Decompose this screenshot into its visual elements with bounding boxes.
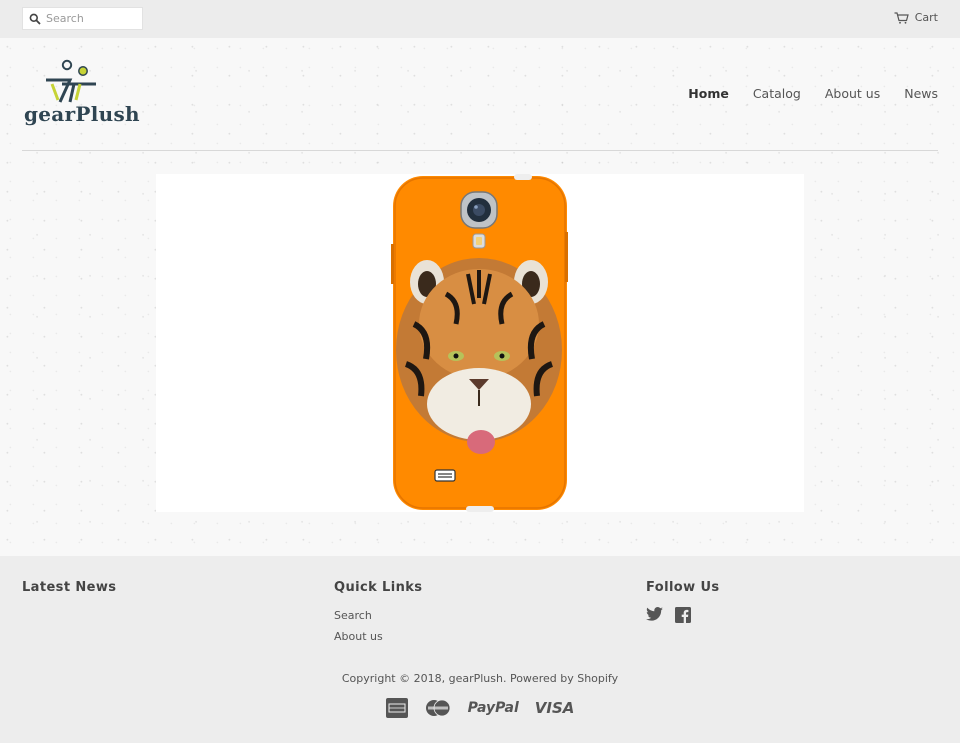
copyright-text: Copyright © 2018, gearPlush. Powered by … bbox=[341, 672, 619, 685]
amex-icon bbox=[385, 698, 408, 718]
quick-links-heading: Quick Links bbox=[334, 580, 423, 595]
logo-text: gearPlush bbox=[24, 102, 140, 126]
hero-banner[interactable] bbox=[156, 174, 804, 512]
cart-link[interactable]: Cart bbox=[894, 11, 938, 24]
mastercard-icon bbox=[424, 699, 452, 717]
cart-label[interactable]: Cart bbox=[915, 11, 938, 24]
footer-link-search[interactable]: Search bbox=[334, 609, 422, 622]
search-box[interactable] bbox=[22, 7, 143, 30]
footer-quick-links: Quick Links Search About us bbox=[334, 580, 422, 643]
top-bar: Cart bbox=[0, 0, 960, 38]
footer-latest-news: Latest News bbox=[22, 580, 116, 595]
twitter-icon[interactable] bbox=[646, 607, 663, 623]
logo-mark-icon bbox=[46, 59, 96, 103]
cart-icon bbox=[894, 11, 909, 24]
follow-us-heading: Follow Us bbox=[646, 580, 720, 595]
nav-item-news[interactable]: News bbox=[904, 86, 938, 101]
header-divider bbox=[22, 150, 938, 151]
phone-case-tiger-image[interactable] bbox=[156, 174, 804, 512]
social-links bbox=[646, 607, 720, 623]
payment-icons: PayPal VISA bbox=[0, 698, 960, 718]
site-logo[interactable]: gearPlush bbox=[24, 58, 140, 132]
nav-item-about-us[interactable]: About us bbox=[825, 86, 880, 101]
search-icon[interactable] bbox=[29, 13, 41, 25]
facebook-icon[interactable] bbox=[675, 607, 691, 623]
site-footer: Latest News Quick Links Search About us … bbox=[0, 556, 960, 743]
nav-item-home[interactable]: Home bbox=[688, 86, 729, 101]
search-input[interactable] bbox=[46, 12, 134, 25]
footer-link-about-us[interactable]: About us bbox=[334, 630, 422, 643]
footer-follow-us: Follow Us bbox=[646, 580, 720, 623]
visa-icon: VISA bbox=[534, 699, 575, 717]
latest-news-heading: Latest News bbox=[22, 580, 117, 595]
main-nav: Home Catalog About us News bbox=[664, 86, 938, 101]
paypal-icon: PayPal bbox=[467, 700, 519, 716]
nav-item-catalog[interactable]: Catalog bbox=[753, 86, 801, 101]
